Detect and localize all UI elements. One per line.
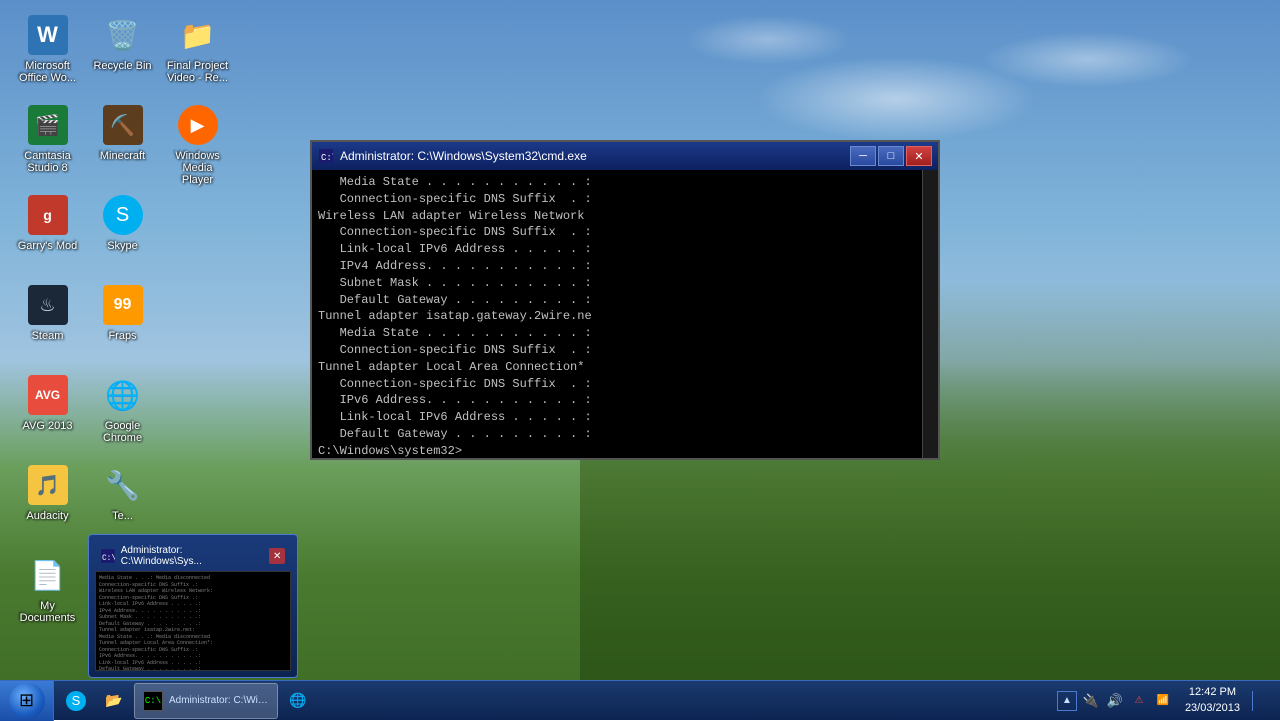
taskbar-preview-popup: C:\ Administrator: C:\Windows\Sys... ✕ M… <box>88 534 298 678</box>
taskbar-cmd-icon: C:\ <box>143 691 163 711</box>
icon-windows-media-player[interactable]: ▶ Windows Media Player <box>160 100 235 190</box>
cmd-minimize-button[interactable]: ─ <box>850 146 876 166</box>
icon-microsoft-office[interactable]: W Microsoft Office Wo... <box>10 10 85 100</box>
desktop: W Microsoft Office Wo... 🗑️ Recycle Bin … <box>0 0 1280 720</box>
volume-tray-icon[interactable]: 🔊 <box>1105 691 1125 711</box>
show-desktop-button[interactable] <box>1252 691 1272 711</box>
icon-final-project[interactable]: 📁 Final Project Video - Re... <box>160 10 235 100</box>
taskbar-items: S 📂 C:\ Administrator: C:\Windows\Sys...… <box>54 681 1049 720</box>
icon-garrys-mod[interactable]: g Garry's Mod <box>10 190 85 280</box>
start-button[interactable]: ⊞ <box>0 681 54 721</box>
show-hidden-tray-button[interactable]: ▲ <box>1057 691 1077 711</box>
cmd-output: Media State . . . . . . . . . . . : Conn… <box>318 174 932 458</box>
preview-content: Media State . . .: Media disconnected Co… <box>99 575 287 671</box>
icon-steam[interactable]: ♨ Steam <box>10 280 85 370</box>
taskbar-explorer-icon: 📂 <box>104 691 124 711</box>
clock-time: 12:42 PM <box>1189 685 1236 700</box>
preview-thumbnail[interactable]: Media State . . .: Media disconnected Co… <box>95 571 291 671</box>
icon-minecraft[interactable]: ⛏️ Minecraft <box>85 100 160 190</box>
preview-titlebar: C:\ Administrator: C:\Windows\Sys... ✕ <box>95 541 291 571</box>
icon-skype[interactable]: S Skype <box>85 190 160 280</box>
cmd-window-icon: C:\ <box>318 148 334 164</box>
taskbar-item-skype[interactable]: S <box>58 683 94 719</box>
taskbar: ⊞ S 📂 C:\ Administrator: C:\Windows\Sys.… <box>0 680 1280 720</box>
icon-avg[interactable]: AVG AVG 2013 <box>10 370 85 460</box>
clock-date: 23/03/2013 <box>1185 701 1240 716</box>
antivirus-tray-icon: ⚠ <box>1129 691 1149 711</box>
cmd-titlebar: C:\ Administrator: C:\Windows\System32\c… <box>312 142 938 170</box>
icon-audacity[interactable]: 🎵 Audacity <box>10 460 85 550</box>
icon-fraps[interactable]: 99 Fraps <box>85 280 160 370</box>
taskbar-cmd-label: Administrator: C:\Windows\Sys... <box>169 695 269 706</box>
icon-recycle-bin[interactable]: 🗑️ Recycle Bin <box>85 10 160 100</box>
cmd-close-button[interactable]: ✕ <box>906 146 932 166</box>
cmd-window-controls: ─ □ ✕ <box>850 146 932 166</box>
cmd-window[interactable]: C:\ Administrator: C:\Windows\System32\c… <box>310 140 940 460</box>
cmd-maximize-button[interactable]: □ <box>878 146 904 166</box>
icon-google-chrome[interactable]: 🌐 Google Chrome <box>85 370 160 460</box>
preview-icon: C:\ <box>101 549 115 563</box>
icon-camtasia[interactable]: 🎬 Camtasia Studio 8 <box>10 100 85 190</box>
svg-text:C:\: C:\ <box>321 153 333 163</box>
cmd-scrollbar[interactable] <box>922 170 938 458</box>
preview-close-button[interactable]: ✕ <box>269 548 285 564</box>
icon-my-documents[interactable]: 📄 My Documents <box>10 550 85 640</box>
preview-title-text: Administrator: C:\Windows\Sys... <box>121 545 264 567</box>
signal-tray-icon: 📶 <box>1153 691 1173 711</box>
cmd-title-text: Administrator: C:\Windows\System32\cmd.e… <box>340 149 844 163</box>
taskbar-chrome-icon: 🌐 <box>288 691 308 711</box>
taskbar-tray: ▲ 🔌 🔊 ⚠ 📶 12:42 PM 23/03/2013 <box>1049 681 1280 720</box>
start-orb-icon: ⊞ <box>9 683 45 719</box>
network-tray-icon[interactable]: 🔌 <box>1081 691 1101 711</box>
taskbar-item-cmd[interactable]: C:\ Administrator: C:\Windows\Sys... <box>134 683 278 719</box>
system-clock[interactable]: 12:42 PM 23/03/2013 <box>1177 685 1248 716</box>
taskbar-skype-icon: S <box>66 691 86 711</box>
taskbar-item-file-explorer[interactable]: 📂 <box>96 683 132 719</box>
taskbar-item-chrome[interactable]: 🌐 <box>280 683 316 719</box>
svg-text:C:\: C:\ <box>102 554 115 563</box>
cmd-content[interactable]: Media State . . . . . . . . . . . : Conn… <box>312 170 938 458</box>
